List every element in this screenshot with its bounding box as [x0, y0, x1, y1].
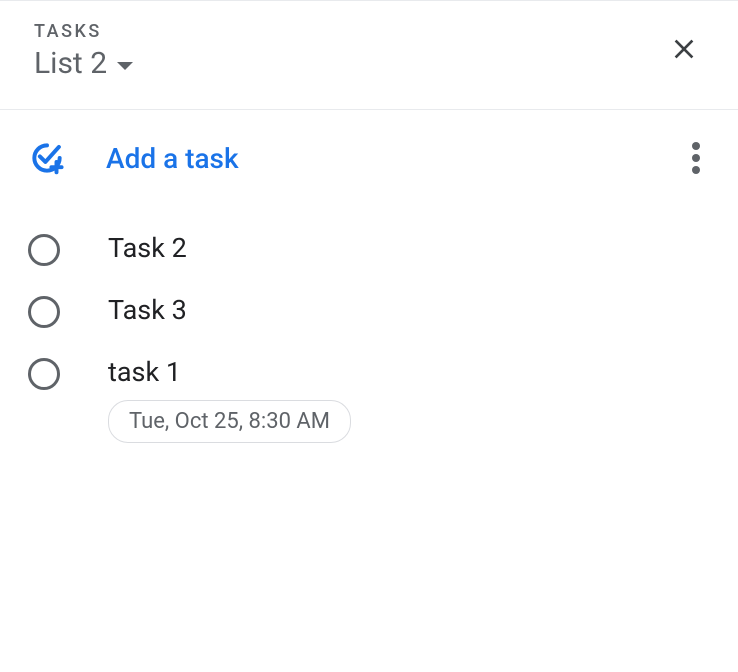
task-item[interactable]: task 1 Tue, Oct 25, 8:30 AM [28, 342, 708, 457]
add-task-row: Add a task [0, 110, 738, 206]
header-left: TASKS List 2 [34, 21, 133, 81]
add-task-label: Add a task [106, 142, 239, 175]
header-label: TASKS [34, 21, 133, 42]
add-task-button[interactable]: Add a task [28, 139, 239, 177]
task-content: Task 2 [108, 232, 187, 264]
task-title: task 1 [108, 356, 351, 388]
task-checkbox-circle[interactable] [28, 234, 60, 266]
task-content: Task 3 [108, 294, 187, 326]
task-item[interactable]: Task 3 [28, 280, 708, 342]
list-name: List 2 [34, 46, 107, 81]
task-content: task 1 Tue, Oct 25, 8:30 AM [108, 356, 351, 443]
task-checkbox-circle[interactable] [28, 296, 60, 328]
add-task-icon [28, 139, 66, 177]
close-icon[interactable] [660, 25, 708, 77]
task-datetime-chip[interactable]: Tue, Oct 25, 8:30 AM [108, 400, 351, 443]
task-title: Task 2 [108, 232, 187, 264]
list-selector[interactable]: List 2 [34, 46, 133, 81]
tasks-list: Task 2 Task 3 task 1 Tue, Oct 25, 8:30 AM [0, 206, 738, 457]
panel-header: TASKS List 2 [0, 1, 738, 110]
more-options-icon[interactable] [684, 134, 708, 182]
task-title: Task 3 [108, 294, 187, 326]
task-checkbox-circle[interactable] [28, 358, 60, 390]
task-item[interactable]: Task 2 [28, 218, 708, 280]
chevron-down-icon [117, 62, 133, 70]
